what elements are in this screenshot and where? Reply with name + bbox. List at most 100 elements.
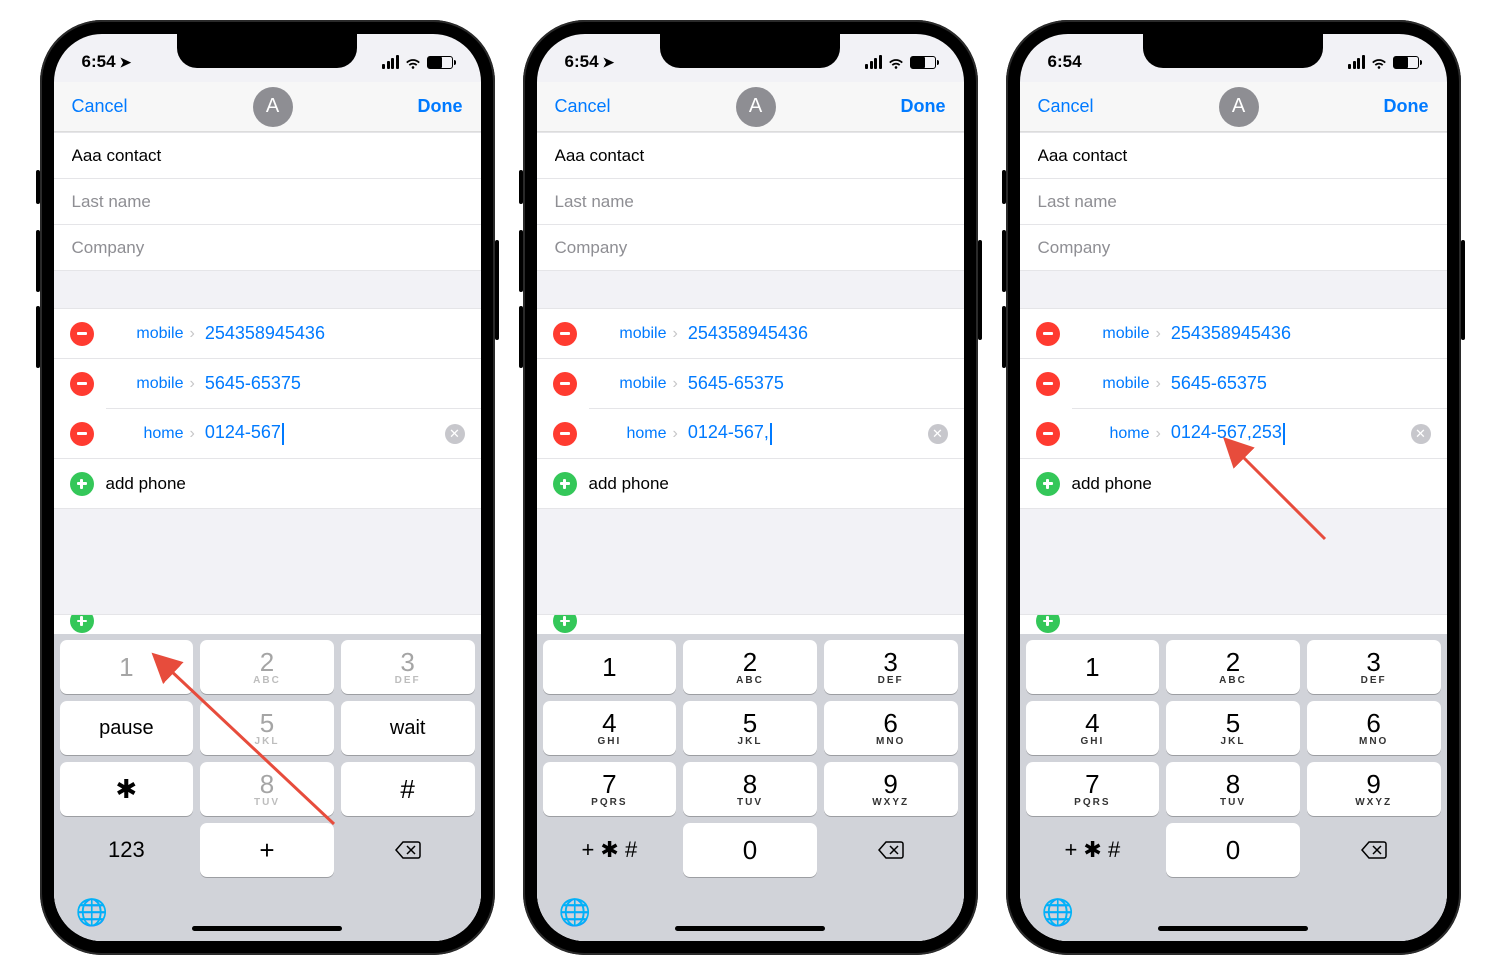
key-5[interactable]: 5JKL bbox=[683, 701, 817, 755]
key-3[interactable]: 3DEF bbox=[341, 640, 475, 694]
key-3[interactable]: 3DEF bbox=[1307, 640, 1441, 694]
company-field[interactable] bbox=[1038, 238, 1429, 258]
key-6[interactable]: 6MNO bbox=[1307, 701, 1441, 755]
phone-type[interactable]: mobile bbox=[106, 375, 184, 393]
key-2[interactable]: 2ABC bbox=[683, 640, 817, 694]
key-symbols[interactable]: + ✱ # bbox=[543, 823, 677, 877]
delete-icon[interactable] bbox=[70, 372, 94, 396]
avatar[interactable]: A bbox=[1219, 87, 1259, 127]
key-backspace[interactable] bbox=[341, 823, 475, 877]
delete-icon[interactable] bbox=[1036, 372, 1060, 396]
phone-type[interactable]: mobile bbox=[1072, 325, 1150, 343]
avatar[interactable]: A bbox=[253, 87, 293, 127]
done-button[interactable]: Done bbox=[1384, 96, 1429, 117]
clear-icon[interactable]: ✕ bbox=[445, 424, 465, 444]
key-9[interactable]: 9WXYZ bbox=[1307, 762, 1441, 816]
key-backspace[interactable] bbox=[1307, 823, 1441, 877]
wifi-icon bbox=[1370, 55, 1388, 69]
key-1[interactable]: 1 bbox=[1026, 640, 1160, 694]
cancel-button[interactable]: Cancel bbox=[555, 96, 611, 117]
add-icon bbox=[70, 472, 94, 496]
company-field[interactable] bbox=[555, 238, 946, 258]
key-9[interactable]: 9WXYZ bbox=[824, 762, 958, 816]
delete-icon[interactable] bbox=[1036, 422, 1060, 446]
last-name-field[interactable] bbox=[1038, 192, 1429, 212]
add-phone-row[interactable]: add phone bbox=[1020, 459, 1447, 509]
key-0[interactable]: 0 bbox=[1166, 823, 1300, 877]
home-indicator[interactable] bbox=[1158, 926, 1308, 931]
key-0[interactable]: 0 bbox=[683, 823, 817, 877]
done-button[interactable]: Done bbox=[901, 96, 946, 117]
key-4[interactable]: 4GHI bbox=[1026, 701, 1160, 755]
delete-icon[interactable] bbox=[70, 322, 94, 346]
location-icon: ➤ bbox=[120, 54, 132, 71]
phone-value[interactable]: 0124-567 bbox=[205, 422, 445, 444]
key-backspace[interactable] bbox=[824, 823, 958, 877]
last-name-field[interactable] bbox=[555, 192, 946, 212]
key-8[interactable]: 8TUV bbox=[200, 762, 334, 816]
key-7[interactable]: 7PQRS bbox=[1026, 762, 1160, 816]
phone-type[interactable]: home bbox=[589, 425, 667, 443]
add-phone-label: add phone bbox=[1072, 474, 1152, 494]
key-1[interactable]: 1 bbox=[543, 640, 677, 694]
phone-value[interactable]: 254358945436 bbox=[1171, 323, 1447, 344]
key-4[interactable]: 4GHI bbox=[543, 701, 677, 755]
delete-icon[interactable] bbox=[553, 422, 577, 446]
key-symbols[interactable]: + ✱ # bbox=[1026, 823, 1160, 877]
key-5[interactable]: 5JKL bbox=[1166, 701, 1300, 755]
phone-type[interactable]: mobile bbox=[589, 375, 667, 393]
key-star[interactable]: ✱ bbox=[60, 762, 194, 816]
clear-icon[interactable]: ✕ bbox=[928, 424, 948, 444]
key-hash[interactable]: # bbox=[341, 762, 475, 816]
key-6[interactable]: 6MNO bbox=[824, 701, 958, 755]
phone-type[interactable]: mobile bbox=[106, 325, 184, 343]
last-name-field[interactable] bbox=[72, 192, 463, 212]
home-indicator[interactable] bbox=[675, 926, 825, 931]
phone-row: mobile › 254358945436 bbox=[54, 309, 481, 359]
clear-icon[interactable]: ✕ bbox=[1411, 424, 1431, 444]
delete-icon[interactable] bbox=[1036, 322, 1060, 346]
done-button[interactable]: Done bbox=[418, 96, 463, 117]
key-2[interactable]: 2ABC bbox=[1166, 640, 1300, 694]
phone-type[interactable]: home bbox=[1072, 425, 1150, 443]
key-8[interactable]: 8TUV bbox=[1166, 762, 1300, 816]
phone-value[interactable]: 5645-65375 bbox=[205, 373, 481, 394]
first-name-field[interactable] bbox=[1038, 146, 1429, 166]
key-pause[interactable]: pause bbox=[60, 701, 194, 755]
globe-icon[interactable]: 🌐 bbox=[559, 897, 591, 928]
key-1[interactable]: 1 bbox=[60, 640, 194, 694]
avatar[interactable]: A bbox=[736, 87, 776, 127]
phone-value[interactable]: 254358945436 bbox=[688, 323, 964, 344]
key-2[interactable]: 2ABC bbox=[200, 640, 334, 694]
key-wait[interactable]: wait bbox=[341, 701, 475, 755]
key-7[interactable]: 7PQRS bbox=[543, 762, 677, 816]
cancel-button[interactable]: Cancel bbox=[1038, 96, 1094, 117]
delete-icon[interactable] bbox=[70, 422, 94, 446]
status-time: 6:54 bbox=[1048, 52, 1082, 72]
globe-icon[interactable]: 🌐 bbox=[76, 897, 108, 928]
globe-icon[interactable]: 🌐 bbox=[1042, 897, 1074, 928]
phone-value[interactable]: 5645-65375 bbox=[1171, 373, 1447, 394]
home-indicator[interactable] bbox=[192, 926, 342, 931]
phone-type[interactable]: home bbox=[106, 425, 184, 443]
phone-type[interactable]: mobile bbox=[1072, 375, 1150, 393]
phone-value[interactable]: 5645-65375 bbox=[688, 373, 964, 394]
phone-type[interactable]: mobile bbox=[589, 325, 667, 343]
phone-mockup-2: 6:54 ➤ Cancel A Done mobile › bbox=[523, 20, 978, 955]
phone-value[interactable]: 0124-567, bbox=[688, 422, 928, 444]
add-phone-row[interactable]: add phone bbox=[537, 459, 964, 509]
key-8[interactable]: 8TUV bbox=[683, 762, 817, 816]
key-123[interactable]: 123 bbox=[60, 823, 194, 877]
delete-icon[interactable] bbox=[553, 372, 577, 396]
cancel-button[interactable]: Cancel bbox=[72, 96, 128, 117]
phone-value[interactable]: 0124-567,253 bbox=[1171, 422, 1411, 444]
key-3[interactable]: 3DEF bbox=[824, 640, 958, 694]
phone-value[interactable]: 254358945436 bbox=[205, 323, 481, 344]
company-field[interactable] bbox=[72, 238, 463, 258]
key-plus[interactable]: + bbox=[200, 823, 334, 877]
first-name-field[interactable] bbox=[555, 146, 946, 166]
first-name-field[interactable] bbox=[72, 146, 463, 166]
delete-icon[interactable] bbox=[553, 322, 577, 346]
add-phone-row[interactable]: add phone bbox=[54, 459, 481, 509]
key-5[interactable]: 5JKL bbox=[200, 701, 334, 755]
